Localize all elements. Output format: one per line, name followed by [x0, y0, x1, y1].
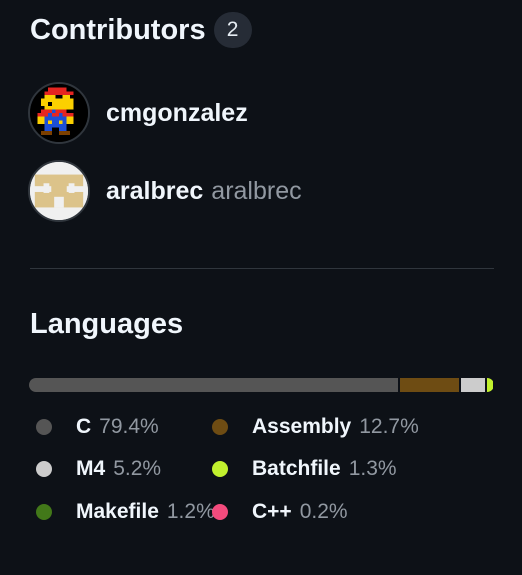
language-name: Makefile — [76, 500, 159, 523]
language-percent: 79.4% — [99, 415, 159, 438]
contributors-count-badge: 2 — [213, 12, 252, 48]
language-bar-segment-c[interactable] — [29, 378, 399, 392]
contributor-handle[interactable]: aralbrec — [106, 177, 203, 206]
language-name: C — [76, 415, 92, 438]
language-color-dot-icon — [36, 419, 52, 435]
languages-heading: Languages — [30, 306, 183, 342]
language-item-c-[interactable]: C++ 0.2% — [212, 497, 348, 527]
language-bar-segment-batchfile[interactable] — [487, 378, 494, 392]
language-item-makefile[interactable]: Makefile 1.2% — [36, 497, 215, 527]
identicon-avatar-icon — [30, 162, 88, 220]
avatar[interactable] — [28, 82, 90, 144]
language-distribution-bar — [29, 378, 494, 392]
language-bar-segment-m4[interactable] — [461, 378, 486, 392]
language-color-dot-icon — [36, 461, 52, 477]
language-name: C++ — [252, 500, 292, 523]
language-color-dot-icon — [212, 461, 228, 477]
language-color-dot-icon — [212, 419, 228, 435]
language-item-batchfile[interactable]: Batchfile 1.3% — [212, 454, 397, 484]
language-item-m4[interactable]: M4 5.2% — [36, 454, 161, 484]
language-name: Assembly — [252, 415, 352, 438]
language-percent: 12.7% — [359, 415, 419, 438]
contributors-title[interactable]: Contributors — [30, 14, 206, 47]
contributor-name[interactable]: aralbrec — [211, 177, 301, 206]
language-percent: 1.3% — [348, 457, 397, 480]
language-color-dot-icon — [212, 504, 228, 520]
contributor-cmgonzalez[interactable]: cmgonzalez — [28, 81, 248, 145]
contributors-heading: Contributors 2 — [30, 12, 252, 48]
section-divider — [30, 268, 494, 269]
pixel-character-avatar-icon — [30, 84, 88, 142]
languages-title: Languages — [30, 307, 184, 340]
language-name: M4 — [76, 457, 106, 480]
language-color-dot-icon — [36, 504, 52, 520]
language-name: Batchfile — [252, 457, 341, 480]
language-bar-segment-assembly[interactable] — [400, 378, 460, 392]
contributor-aralbrec[interactable]: aralbrec aralbrec — [28, 159, 302, 223]
language-item-assembly[interactable]: Assembly 12.7% — [212, 412, 419, 442]
avatar[interactable] — [28, 160, 90, 222]
language-item-c[interactable]: C 79.4% — [36, 412, 159, 442]
language-percent: 0.2% — [299, 500, 348, 523]
language-percent: 5.2% — [113, 457, 162, 480]
language-percent: 1.2% — [166, 500, 215, 523]
contributor-handle[interactable]: cmgonzalez — [106, 99, 248, 128]
